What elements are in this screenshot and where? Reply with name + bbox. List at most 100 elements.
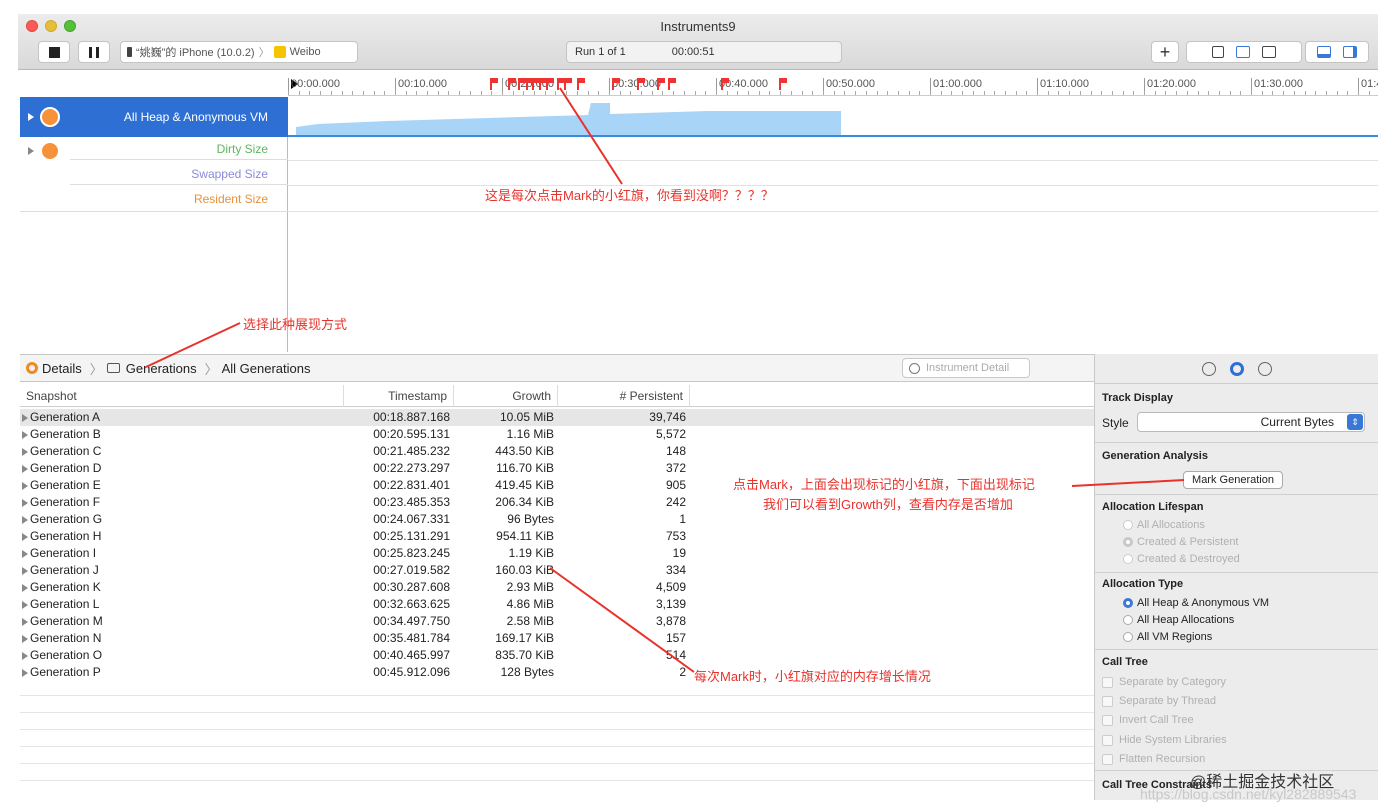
mark-generation-button[interactable]: Mark Generation: [1183, 471, 1283, 489]
disclosure-triangle-icon[interactable]: [22, 668, 28, 677]
mark-flag-icon[interactable]: [637, 78, 645, 90]
mark-flag-icon[interactable]: [557, 78, 565, 90]
display-settings-icon[interactable]: [1229, 361, 1244, 376]
disclosure-triangle-icon[interactable]: [22, 464, 28, 473]
col-timestamp[interactable]: Timestamp: [344, 385, 454, 407]
table-row[interactable]: Generation P 00:45.912.096 128 Bytes 2: [20, 664, 1094, 681]
lifespan-all[interactable]: All Allocations: [1123, 519, 1205, 531]
extended-detail-icon[interactable]: [1257, 361, 1272, 376]
table-row[interactable]: Generation I 00:25.823.245 1.19 KiB 19: [20, 545, 1094, 562]
right-panel-icon[interactable]: [1343, 46, 1357, 58]
record-settings-icon[interactable]: [1201, 361, 1216, 376]
disclosure-triangle-icon[interactable]: [22, 583, 28, 592]
expand-arrow-icon[interactable]: [28, 113, 34, 121]
device-target-selector[interactable]: “姚巍”的 iPhone (10.0.2) 〉 Weibo: [120, 41, 358, 63]
track-view-icon[interactable]: [1212, 46, 1224, 58]
type-all-heap-vm[interactable]: All Heap & Anonymous VM: [1123, 597, 1269, 609]
stop-recording-button[interactable]: [38, 41, 70, 63]
mark-flag-icon[interactable]: [539, 78, 547, 90]
col-persistent[interactable]: # Persistent: [558, 385, 690, 407]
table-row[interactable]: Generation L 00:32.663.625 4.86 MiB 3,139: [20, 596, 1094, 613]
mark-flag-icon[interactable]: [668, 78, 676, 90]
table-row[interactable]: Generation C 00:21.485.232 443.50 KiB 148: [20, 443, 1094, 460]
timestamp-cell: 00:20.595.131: [373, 427, 450, 441]
expand-arrow-icon[interactable]: [28, 147, 34, 155]
list-view-icon[interactable]: [1236, 46, 1250, 58]
mark-flag-icon[interactable]: [526, 78, 534, 90]
mark-flag-icon[interactable]: [612, 78, 620, 90]
pause-recording-button[interactable]: [78, 41, 110, 63]
disclosure-triangle-icon[interactable]: [22, 651, 28, 660]
mark-flag-icon[interactable]: [657, 78, 665, 90]
disclosure-triangle-icon[interactable]: [22, 600, 28, 609]
flatten-recursion-checkbox[interactable]: Flatten Recursion: [1102, 753, 1205, 765]
table-row[interactable]: Generation N 00:35.481.784 169.17 KiB 157: [20, 630, 1094, 647]
disclosure-triangle-icon[interactable]: [22, 566, 28, 575]
type-all-heap[interactable]: All Heap Allocations: [1123, 614, 1234, 626]
type-all-vm[interactable]: All VM Regions: [1123, 631, 1212, 643]
disclosure-triangle-icon[interactable]: [22, 634, 28, 643]
separate-by-category-checkbox[interactable]: Separate by Category: [1102, 676, 1226, 688]
inspector-tabs: [1095, 354, 1378, 384]
breadcrumb-details[interactable]: Details: [42, 361, 82, 376]
disclosure-triangle-icon[interactable]: [22, 532, 28, 541]
table-row[interactable]: Generation E 00:22.831.401 419.45 KiB 905: [20, 477, 1094, 494]
elapsed-time: 00:00:51: [671, 46, 715, 58]
track-graph-area[interactable]: [288, 97, 1378, 352]
disclosure-triangle-icon[interactable]: [22, 413, 28, 422]
ruler-minor-tick: [662, 91, 663, 95]
mark-flag-icon[interactable]: [564, 78, 572, 90]
invert-call-tree-checkbox[interactable]: Invert Call Tree: [1102, 714, 1194, 726]
add-instrument-button[interactable]: +: [1151, 41, 1179, 63]
table-row[interactable]: Generation K 00:30.287.608 2.93 MiB 4,509: [20, 579, 1094, 596]
snapshot-name-cell: Generation B: [20, 426, 344, 443]
table-row[interactable]: Generation D 00:22.273.297 116.70 KiB 372: [20, 460, 1094, 477]
table-row[interactable]: Generation J 00:27.019.582 160.03 KiB 334: [20, 562, 1094, 579]
timeline-ruler[interactable]: 00:00.000 00:10.000 00:20.000 00:30.000 …: [288, 74, 1378, 96]
grid-view-icon[interactable]: [1262, 46, 1276, 58]
mark-flag-icon[interactable]: [518, 78, 526, 90]
disclosure-triangle-icon[interactable]: [22, 498, 28, 507]
growth-cell: 1.16 MiB: [506, 427, 554, 441]
timestamp-cell: 00:23.485.353: [373, 495, 450, 509]
style-select[interactable]: Current Bytes ⇕: [1137, 412, 1365, 432]
hide-system-libraries-checkbox[interactable]: Hide System Libraries: [1102, 734, 1227, 746]
table-row[interactable]: Generation M 00:34.497.750 2.58 MiB 3,878: [20, 613, 1094, 630]
track-vm[interactable]: Dirty Size Swapped Size Resident Size: [20, 139, 288, 239]
ruler-minor-tick: [1144, 91, 1145, 95]
table-row[interactable]: Generation F 00:23.485.353 206.34 KiB 242: [20, 494, 1094, 511]
table-row[interactable]: Generation O 00:40.465.997 835.70 KiB 514: [20, 647, 1094, 664]
table-row[interactable]: Generation A 00:18.887.168 10.05 MiB 39,746: [20, 409, 1094, 426]
disclosure-triangle-icon[interactable]: [22, 515, 28, 524]
instrument-detail-search[interactable]: Instrument Detail: [902, 358, 1030, 378]
ruler-minor-tick: [1326, 91, 1327, 95]
mark-flag-icon[interactable]: [490, 78, 498, 90]
view-mode-group[interactable]: [1186, 41, 1302, 63]
disclosure-triangle-icon[interactable]: [22, 549, 28, 558]
mark-flag-icon[interactable]: [779, 78, 787, 90]
lifespan-created-persistent[interactable]: Created & Persistent: [1123, 536, 1239, 548]
track-heap[interactable]: All Heap & Anonymous VM: [20, 97, 288, 137]
lifespan-created-destroyed[interactable]: Created & Destroyed: [1123, 553, 1240, 565]
mark-flag-icon[interactable]: [508, 78, 516, 90]
separate-by-thread-checkbox[interactable]: Separate by Thread: [1102, 695, 1216, 707]
heap-graph-baseline: [288, 135, 1378, 137]
mark-flag-icon[interactable]: [546, 78, 554, 90]
disclosure-triangle-icon[interactable]: [22, 447, 28, 456]
disclosure-triangle-icon[interactable]: [22, 430, 28, 439]
ruler-minor-tick: [1080, 91, 1081, 95]
col-snapshot[interactable]: Snapshot: [20, 385, 344, 407]
disclosure-triangle-icon[interactable]: [22, 481, 28, 490]
col-growth[interactable]: Growth: [454, 385, 558, 407]
mark-flag-icon[interactable]: [577, 78, 585, 90]
table-row[interactable]: Generation H 00:25.131.291 954.11 KiB 753: [20, 528, 1094, 545]
panel-toggle-group[interactable]: [1305, 41, 1369, 63]
table-row[interactable]: Generation G 00:24.067.331 96 Bytes 1: [20, 511, 1094, 528]
disclosure-triangle-icon[interactable]: [22, 617, 28, 626]
mark-flag-icon[interactable]: [721, 78, 729, 90]
breadcrumb-generations[interactable]: Generations: [126, 361, 197, 376]
mark-flag-icon[interactable]: [532, 78, 540, 90]
bottom-panel-icon[interactable]: [1317, 46, 1331, 58]
breadcrumb-all-generations[interactable]: All Generations: [222, 361, 311, 376]
table-row[interactable]: Generation B 00:20.595.131 1.16 MiB 5,572: [20, 426, 1094, 443]
